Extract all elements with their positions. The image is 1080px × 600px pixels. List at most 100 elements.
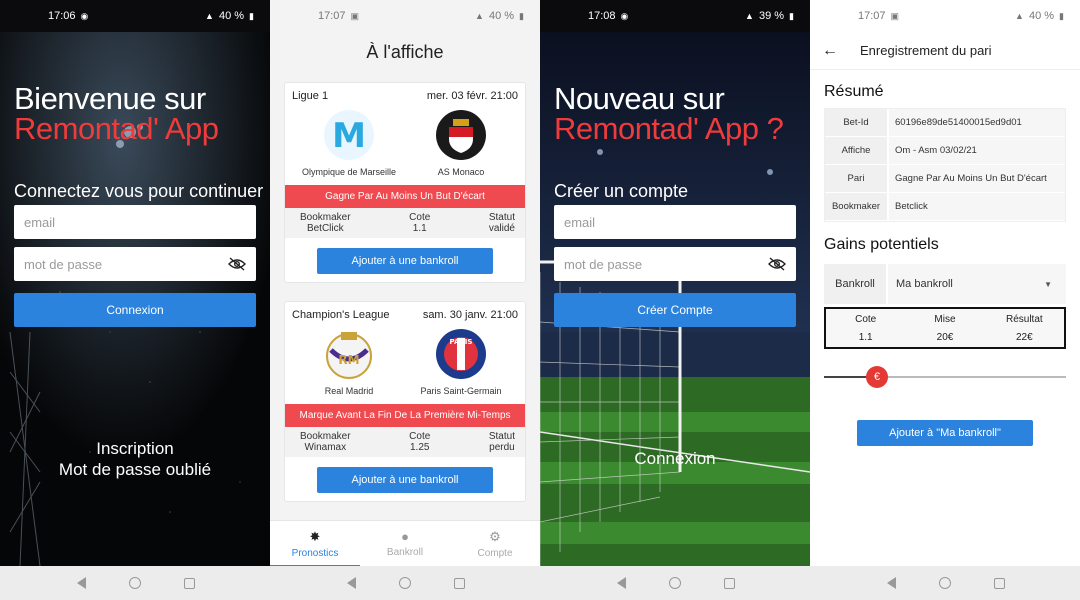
- monaco-logo: [436, 110, 486, 160]
- stake-slider[interactable]: €: [824, 366, 1066, 388]
- app-bar: ← Enregistrement du pari: [810, 32, 1080, 70]
- match-date: mer. 03 févr. 21:00: [426, 90, 518, 102]
- row-key: Bet-Id: [825, 109, 889, 136]
- tab-bankroll[interactable]: ● Bankroll: [360, 521, 450, 567]
- signup-title: Nouveau sur Remontad' App ?: [554, 81, 784, 146]
- row-value: Om - Asm 03/02/21: [895, 145, 977, 156]
- password-field[interactable]: mot de passe: [554, 247, 796, 281]
- resultat-label: Résultat: [1005, 313, 1043, 325]
- away-team-name: AS Monaco: [437, 167, 485, 177]
- statut-value: perdu: [489, 442, 515, 453]
- home-team: M Olympique de Marseille: [293, 109, 405, 177]
- password-field[interactable]: mot de passe: [14, 247, 256, 281]
- welcome-title-line1: Bienvenue sur: [14, 81, 206, 116]
- add-to-my-bankroll-button[interactable]: Ajouter à "Ma bankroll": [857, 420, 1033, 446]
- bankroll-label: Bankroll: [824, 264, 888, 304]
- recents-nav-icon[interactable]: [183, 577, 195, 589]
- slider-thumb[interactable]: €: [866, 366, 888, 388]
- bet-meta: Bookmaker Winamax Cote 1.25 Statut perdu: [285, 427, 525, 457]
- gear-icon: ⚙: [489, 528, 501, 544]
- table-row: Bet-Id 60196e89de51400015ed9d01: [825, 109, 1065, 137]
- home-team: RM Real Madrid: [293, 328, 405, 396]
- bookmaker-value: Winamax: [304, 442, 347, 453]
- app-name: Remontad' App ?: [554, 111, 784, 146]
- back-nav-icon[interactable]: [615, 577, 627, 589]
- mise-label: Mise: [934, 313, 956, 325]
- gains-title: Gains potentiels: [824, 236, 939, 253]
- password-placeholder: mot de passe: [564, 256, 643, 272]
- signup-title-line1: Nouveau sur: [554, 81, 725, 116]
- row-value: Gagne Par Au Moins Un But D'écart: [895, 173, 1047, 184]
- back-arrow-icon[interactable]: ←: [822, 42, 838, 60]
- bankroll-value: Ma bankroll: [896, 278, 953, 290]
- cote-value: 1.1: [412, 223, 427, 234]
- signal-icon: ▲: [745, 10, 754, 21]
- cote-label: Cote: [409, 431, 431, 442]
- statut-label: Statut: [488, 431, 515, 442]
- add-to-bankroll-button[interactable]: Ajouter à une bankroll: [317, 467, 493, 493]
- status-bar: 17:07 ▣ ▲ 40 % ▮: [270, 0, 540, 32]
- image-notification-icon: ▣: [890, 10, 900, 21]
- app-bar-title: Enregistrement du pari: [860, 43, 992, 58]
- battery-icon: ▮: [1059, 10, 1064, 21]
- signup-screen: 17:08 ◉ ▲ 39 % ▮ Nouveau sur Remontad' App …: [540, 0, 810, 600]
- row-key: Pari: [825, 165, 889, 192]
- login-screen: 17:06 ◉ ▲ 40 % ▮ Bienvenue sur Remontad' Ap…: [0, 0, 270, 600]
- back-nav-icon[interactable]: [885, 577, 897, 589]
- welcome-title: Bienvenue sur Remontad' App: [14, 81, 219, 146]
- login-button[interactable]: Connexion: [14, 293, 256, 327]
- summary-table: Bet-Id 60196e89de51400015ed9d01 Affiche Om…: [824, 108, 1066, 222]
- email-field[interactable]: email: [14, 205, 256, 239]
- create-account-button[interactable]: Créer Compte: [554, 293, 796, 327]
- register-link[interactable]: Inscription: [0, 439, 270, 459]
- email-field[interactable]: email: [554, 205, 796, 239]
- forgot-password-link[interactable]: Mot de passe oublié: [0, 460, 270, 480]
- away-team-name: Paris Saint-Germain: [420, 386, 502, 396]
- svg-text:PARIS: PARIS: [450, 338, 473, 346]
- battery-icon: ▮: [519, 10, 524, 21]
- app-name: Remontad' App: [14, 111, 219, 146]
- password-placeholder: mot de passe: [24, 256, 103, 272]
- eye-off-icon[interactable]: [228, 257, 246, 271]
- back-nav-icon[interactable]: [345, 577, 357, 589]
- page-title: À l'affiche: [366, 42, 444, 62]
- battery-icon: ▮: [789, 10, 794, 21]
- table-row: Pari Gagne Par Au Moins Un But D'écart: [825, 165, 1065, 193]
- real-madrid-logo: RM: [326, 332, 372, 379]
- bookmaker-value: BetClick: [306, 223, 344, 234]
- android-nav-bar: [0, 566, 270, 600]
- battery-level: 40 %: [1028, 10, 1055, 22]
- match-date: sam. 30 janv. 21:00: [422, 309, 518, 321]
- home-nav-icon[interactable]: [399, 577, 411, 589]
- battery-level: 40 %: [488, 10, 515, 22]
- piggy-bank-icon: ●: [401, 529, 409, 544]
- bankroll-select[interactable]: Bankroll Ma bankroll ▼: [824, 264, 1066, 304]
- home-nav-icon[interactable]: [129, 577, 141, 589]
- eye-off-icon[interactable]: [768, 257, 786, 271]
- recents-nav-icon[interactable]: [453, 577, 465, 589]
- table-row: Bookmaker Betclick: [825, 193, 1065, 221]
- login-link[interactable]: Connexion: [540, 449, 810, 469]
- android-nav-bar: [540, 566, 810, 600]
- recents-nav-icon[interactable]: [723, 577, 735, 589]
- tab-compte[interactable]: ⚙ Compte: [450, 521, 540, 567]
- signal-icon: ▲: [475, 10, 484, 21]
- tab-bankroll-label: Bankroll: [386, 547, 424, 558]
- mise-value: 20€: [936, 331, 954, 343]
- status-time: 17:06: [48, 10, 76, 22]
- signal-icon: ▲: [205, 10, 214, 21]
- android-nav-bar: [270, 566, 540, 600]
- add-to-bankroll-button[interactable]: Ajouter à une bankroll: [317, 248, 493, 274]
- home-nav-icon[interactable]: [939, 577, 951, 589]
- marseille-logo: M: [324, 110, 374, 160]
- image-notification-icon: ▣: [350, 10, 360, 21]
- league-name: Champion's League: [292, 309, 390, 321]
- tab-pronostics[interactable]: ✸ Pronostics: [270, 521, 360, 567]
- status-bar: 17:08 ◉ ▲ 39 % ▮: [540, 0, 810, 32]
- recents-nav-icon[interactable]: [993, 577, 1005, 589]
- dropdown-arrow-icon: ▼: [1044, 279, 1052, 289]
- home-nav-icon[interactable]: [669, 577, 681, 589]
- cote-value: 1.25: [409, 442, 430, 453]
- back-nav-icon[interactable]: [75, 577, 87, 589]
- bet-card: Ligue 1 mer. 03 févr. 21:00 M Olympique d…: [284, 82, 526, 283]
